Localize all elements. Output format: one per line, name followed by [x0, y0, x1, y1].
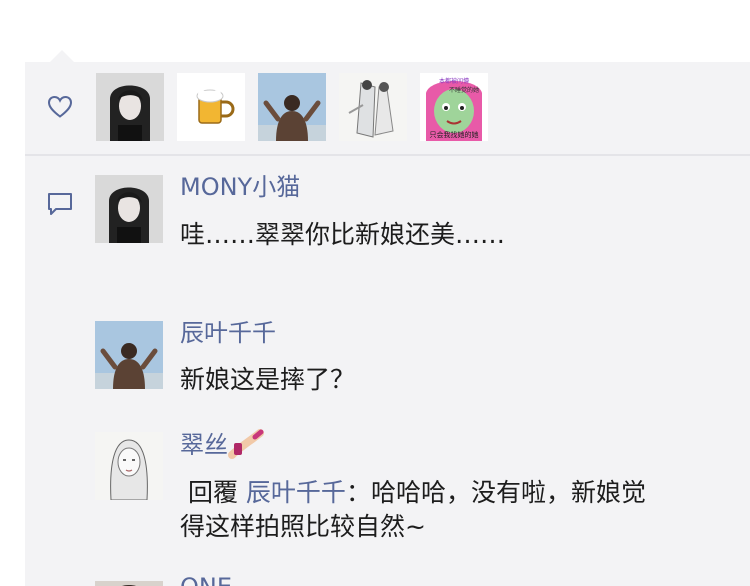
like-avatar-1[interactable] [96, 73, 164, 141]
comment-avatar-chenye[interactable] [95, 321, 163, 389]
comment-avatar-mony[interactable] [95, 175, 163, 243]
comment-reply-text-line2: 得这样拍照比较自然~ [180, 512, 426, 541]
meme-line-3: 只会我找她的她 [430, 130, 479, 139]
comment-author-name[interactable]: MONY小猫 [180, 172, 300, 202]
comment-avatar-one[interactable] [95, 576, 163, 586]
costume-drama-sketch [339, 73, 407, 141]
woman-back-sky-photo [258, 73, 326, 141]
like-avatar-5[interactable]: 本都被问懵 不睡觉的她 只会我找她的她 [420, 73, 488, 141]
comment-text: 哇……翠翠你比新娘还美…… [180, 220, 506, 249]
like-avatar-3[interactable] [258, 73, 326, 141]
heart-outline-icon [47, 95, 73, 118]
like-avatar-2[interactable] [177, 73, 245, 141]
avatar-partial [95, 581, 163, 586]
comment-author-name[interactable]: 翠丝 [180, 429, 264, 460]
comment-reply-text: 回覆 辰叶千千：哈哈哈，没有啦，新娘觉 [180, 475, 646, 511]
cartoon-meme-sticker: 本都被问懵 不睡觉的她 只会我找她的她 [420, 73, 488, 141]
comment-author-name[interactable]: 辰叶千千 [180, 318, 276, 348]
woman-portrait-photo [95, 175, 163, 243]
reply-to-name[interactable]: 辰叶千千 [246, 478, 346, 507]
panel-notch [50, 50, 74, 62]
woman-portrait-photo [96, 73, 164, 141]
comment-bubble-icon [48, 193, 72, 215]
likes-comments-panel: 本都被问懵 不睡觉的她 只会我找她的她 MONY小猫 哇……翠翠你比新娘还美…… [25, 62, 750, 586]
comment-author-name[interactable]: ONE [180, 572, 232, 586]
like-avatar-4[interactable] [339, 73, 407, 141]
meme-line-2: 不睡觉的她 [449, 86, 479, 94]
meme-line-1: 本都被问懵 [439, 77, 469, 85]
likes-comments-divider [25, 154, 750, 156]
woman-back-sky-photo [95, 321, 163, 389]
costume-drama-sketch [95, 432, 163, 500]
reply-prefix: 回覆 [187, 478, 238, 507]
comment-avatar-cuisi[interactable] [95, 432, 163, 500]
nail-polish-emoji [228, 429, 264, 459]
comment-text: 新娘这是摔了？ [180, 365, 356, 394]
likes-row: 本都被问懵 不睡觉的她 只会我找她的她 [25, 62, 750, 155]
beer-mug-sticker [177, 73, 245, 141]
reply-text-line1: ：哈哈哈，没有啦，新娘觉 [345, 478, 646, 507]
comment-author-name-text: 翠丝 [180, 431, 228, 459]
